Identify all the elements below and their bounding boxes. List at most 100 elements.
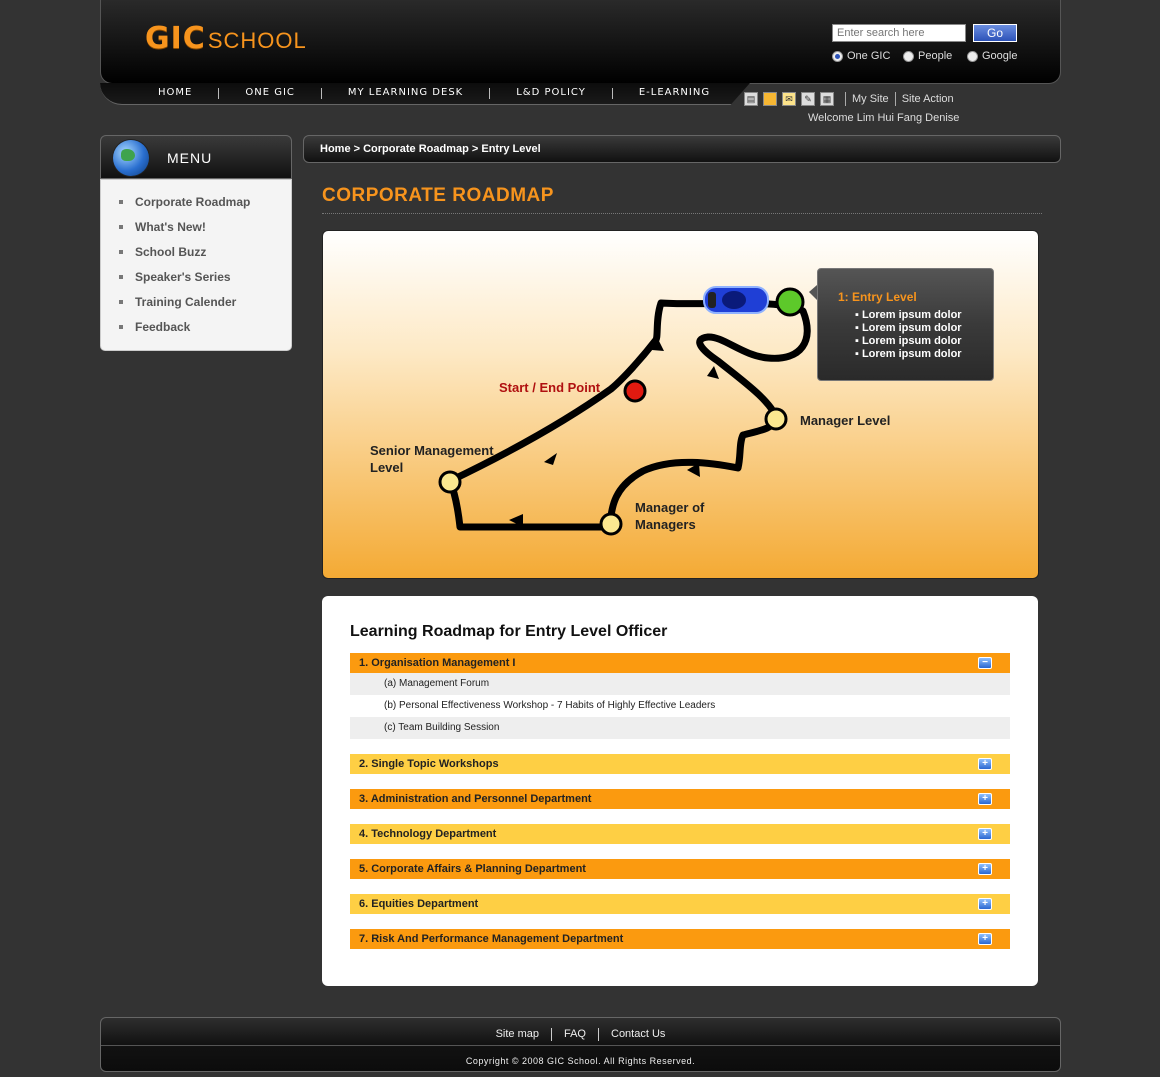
sub-item-management-forum[interactable]: (a) Management Forum bbox=[350, 673, 1010, 695]
scope-label: People bbox=[918, 50, 953, 62]
email-icon[interactable]: ✉ bbox=[782, 92, 796, 106]
footer-site-map-link[interactable]: Site map bbox=[496, 1028, 539, 1041]
accordion-label: 5. Corporate Affairs & Planning Departme… bbox=[359, 863, 586, 875]
manager-of-managers-label: Manager of Managers bbox=[635, 499, 704, 533]
sidebar-item-label: Corporate Roadmap bbox=[135, 195, 251, 209]
sub-item-team-building[interactable]: (c) Team Building Session bbox=[350, 717, 1010, 739]
sidebar-item-corporate-roadmap[interactable]: Corporate Roadmap bbox=[119, 195, 291, 220]
radio-icon[interactable] bbox=[967, 50, 978, 62]
accordion-label: 2. Single Topic Workshops bbox=[359, 758, 499, 770]
learning-roadmap-panel: Learning Roadmap for Entry Level Officer… bbox=[322, 596, 1038, 986]
manager-of-managers-node[interactable] bbox=[599, 512, 623, 536]
bullet-icon bbox=[119, 225, 123, 229]
search-go-button[interactable]: Go bbox=[973, 24, 1017, 42]
sidebar-item-feedback[interactable]: Feedback bbox=[119, 320, 291, 345]
menu-header: MENU bbox=[100, 135, 292, 179]
expand-icon[interactable]: + bbox=[978, 863, 992, 875]
senior-label-line1: Senior Management bbox=[370, 443, 494, 458]
popup-item: ▪ Lorem ipsum dolor bbox=[855, 322, 962, 334]
radio-selected-icon[interactable] bbox=[832, 50, 843, 62]
toolbar-separator bbox=[894, 92, 896, 106]
entry-level-node[interactable] bbox=[775, 287, 805, 317]
sidebar-menu: Corporate Roadmap What's New! School Buz… bbox=[100, 179, 292, 351]
accordion-label: 4. Technology Department bbox=[359, 828, 497, 840]
nav-my-learning-desk[interactable]: MY LEARNING DESK bbox=[348, 87, 489, 99]
site-header: GICSCHOOL Go One GIC People Google HOME … bbox=[100, 0, 1061, 106]
expand-icon[interactable]: + bbox=[978, 793, 992, 805]
bullet-icon bbox=[119, 275, 123, 279]
sidebar-item-school-buzz[interactable]: School Buzz bbox=[119, 245, 291, 270]
sidebar-item-speakers-series[interactable]: Speaker's Series bbox=[119, 270, 291, 295]
popup-item: ▪ Lorem ipsum dolor bbox=[855, 348, 962, 360]
accordion-section-5[interactable]: 5. Corporate Affairs & Planning Departme… bbox=[350, 859, 1010, 879]
title-divider bbox=[322, 213, 1042, 214]
nav-e-learning[interactable]: E-LEARNING bbox=[639, 87, 736, 99]
my-site-link[interactable]: My Site bbox=[852, 93, 889, 105]
accordion-section-7[interactable]: 7. Risk And Performance Management Depar… bbox=[350, 929, 1010, 949]
calendar-icon[interactable]: ▦ bbox=[820, 92, 834, 106]
expand-icon[interactable]: + bbox=[978, 933, 992, 945]
track-path bbox=[446, 299, 811, 531]
accordion-section-2[interactable]: 2. Single Topic Workshops + bbox=[350, 754, 1010, 774]
accordion-section-4[interactable]: 4. Technology Department + bbox=[350, 824, 1010, 844]
sub-item-personal-effectiveness[interactable]: (b) Personal Effectiveness Workshop - 7 … bbox=[350, 695, 1010, 717]
footer-contact-link[interactable]: Contact Us bbox=[611, 1028, 665, 1041]
nav-home[interactable]: HOME bbox=[158, 87, 218, 99]
logo-gic-text: GIC bbox=[145, 21, 206, 56]
print-icon[interactable]: ▤ bbox=[744, 92, 758, 106]
accordion-label: 7. Risk And Performance Management Depar… bbox=[359, 933, 624, 945]
bullet-icon bbox=[119, 200, 123, 204]
menu-title: MENU bbox=[167, 150, 213, 166]
bookmark-icon[interactable] bbox=[763, 92, 777, 106]
accordion-label: 6. Equities Department bbox=[359, 898, 479, 910]
scope-radio-one-gic[interactable]: One GIC bbox=[832, 50, 890, 62]
accordion-section-1[interactable]: 1. Organisation Management I − bbox=[350, 653, 1010, 673]
radio-icon[interactable] bbox=[903, 50, 914, 62]
sidebar-item-label: Feedback bbox=[135, 320, 191, 334]
track-arrow bbox=[707, 366, 719, 379]
toolbar-separator bbox=[845, 92, 846, 106]
gic-school-logo[interactable]: GICSCHOOL bbox=[145, 18, 307, 57]
popup-title: 1: Entry Level bbox=[838, 290, 917, 304]
bullet-icon bbox=[119, 250, 123, 254]
manager-level-node[interactable] bbox=[764, 407, 788, 431]
search-input[interactable] bbox=[832, 24, 966, 42]
bullet-icon bbox=[119, 300, 123, 304]
scope-label: One GIC bbox=[847, 50, 891, 62]
breadcrumb-text[interactable]: Home > Corporate Roadmap > Entry Level bbox=[320, 143, 541, 155]
accordion-label: 1. Organisation Management I bbox=[359, 657, 516, 669]
start-end-label: Start / End Point bbox=[499, 380, 601, 395]
logo-school-text: SCHOOL bbox=[207, 28, 307, 53]
mom-label-line2: Managers bbox=[635, 517, 696, 532]
globe-icon bbox=[113, 140, 149, 176]
scope-radio-google[interactable]: Google bbox=[967, 50, 1017, 62]
footer-faq-link[interactable]: FAQ bbox=[564, 1028, 586, 1041]
senior-label-line2: Level bbox=[370, 460, 404, 475]
sidebar-item-label: Speaker's Series bbox=[135, 270, 231, 284]
start-end-point-node[interactable] bbox=[623, 379, 647, 403]
sidebar-item-whats-new[interactable]: What's New! bbox=[119, 220, 291, 245]
senior-management-label: Senior Management Level bbox=[370, 442, 494, 476]
expand-icon[interactable]: + bbox=[978, 758, 992, 770]
bullet-icon bbox=[119, 325, 123, 329]
popup-item: ▪ Lorem ipsum dolor bbox=[855, 309, 962, 321]
expand-icon[interactable]: + bbox=[978, 828, 992, 840]
nav-separator bbox=[611, 88, 613, 99]
sidebar-item-label: What's New! bbox=[135, 220, 206, 234]
edit-icon[interactable]: ✎ bbox=[801, 92, 815, 106]
sidebar-item-label: School Buzz bbox=[135, 245, 207, 259]
accordion-section-6[interactable]: 6. Equities Department + bbox=[350, 894, 1010, 914]
copyright-text: Copyright © 2008 GIC School. All Rights … bbox=[465, 1056, 696, 1066]
scope-radio-people[interactable]: People bbox=[903, 50, 952, 62]
sidebar-item-training-calender[interactable]: Training Calender bbox=[119, 295, 291, 320]
site-action-link[interactable]: Site Action bbox=[902, 93, 954, 105]
collapse-icon[interactable]: − bbox=[978, 657, 992, 669]
nav-ld-policy[interactable]: L&D POLICY bbox=[516, 87, 612, 99]
nav-separator bbox=[218, 88, 220, 99]
popup-item: ▪ Lorem ipsum dolor bbox=[855, 335, 962, 347]
nav-one-gic[interactable]: ONE GIC bbox=[245, 87, 321, 99]
accordion-section-3[interactable]: 3. Administration and Personnel Departme… bbox=[350, 789, 1010, 809]
expand-icon[interactable]: + bbox=[978, 898, 992, 910]
mom-label-line1: Manager of bbox=[635, 500, 705, 515]
toolbar: ▤ ✉ ✎ ▦ My Site Site Action bbox=[744, 92, 954, 106]
